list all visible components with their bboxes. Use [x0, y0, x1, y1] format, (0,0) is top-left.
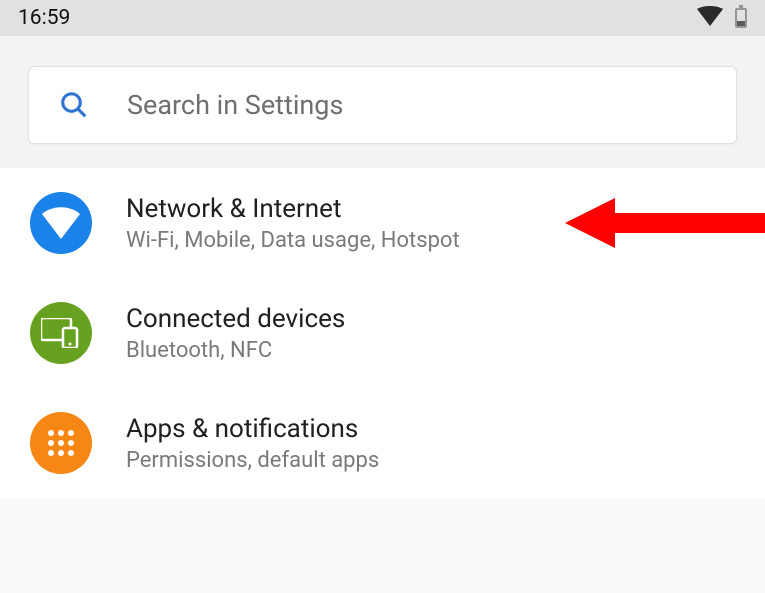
search-placeholder: Search in Settings	[127, 89, 343, 121]
settings-list: Network & Internet Wi-Fi, Mobile, Data u…	[0, 168, 765, 498]
settings-item-connected-devices[interactable]: Connected devices Bluetooth, NFC	[0, 278, 765, 388]
status-time: 16:59	[18, 6, 70, 30]
item-title: Connected devices	[126, 304, 345, 334]
apps-icon	[30, 412, 92, 474]
settings-item-network[interactable]: Network & Internet Wi-Fi, Mobile, Data u…	[0, 168, 765, 278]
search-section: Search in Settings	[0, 36, 765, 168]
item-text: Apps & notifications Permissions, defaul…	[126, 414, 379, 473]
wifi-status-icon	[697, 6, 723, 30]
item-title: Network & Internet	[126, 194, 460, 224]
item-text: Network & Internet Wi-Fi, Mobile, Data u…	[126, 194, 460, 253]
status-bar: 16:59	[0, 0, 765, 36]
search-icon	[59, 90, 89, 120]
item-title: Apps & notifications	[126, 414, 379, 444]
item-subtitle: Wi-Fi, Mobile, Data usage, Hotspot	[126, 228, 460, 253]
devices-icon	[30, 302, 92, 364]
item-text: Connected devices Bluetooth, NFC	[126, 304, 345, 363]
annotation-arrow	[565, 193, 765, 253]
status-icons	[697, 6, 747, 30]
battery-status-icon	[735, 8, 747, 28]
search-bar[interactable]: Search in Settings	[28, 66, 737, 144]
item-subtitle: Bluetooth, NFC	[126, 338, 345, 363]
wifi-icon	[30, 192, 92, 254]
item-subtitle: Permissions, default apps	[126, 448, 379, 473]
settings-item-apps[interactable]: Apps & notifications Permissions, defaul…	[0, 388, 765, 498]
